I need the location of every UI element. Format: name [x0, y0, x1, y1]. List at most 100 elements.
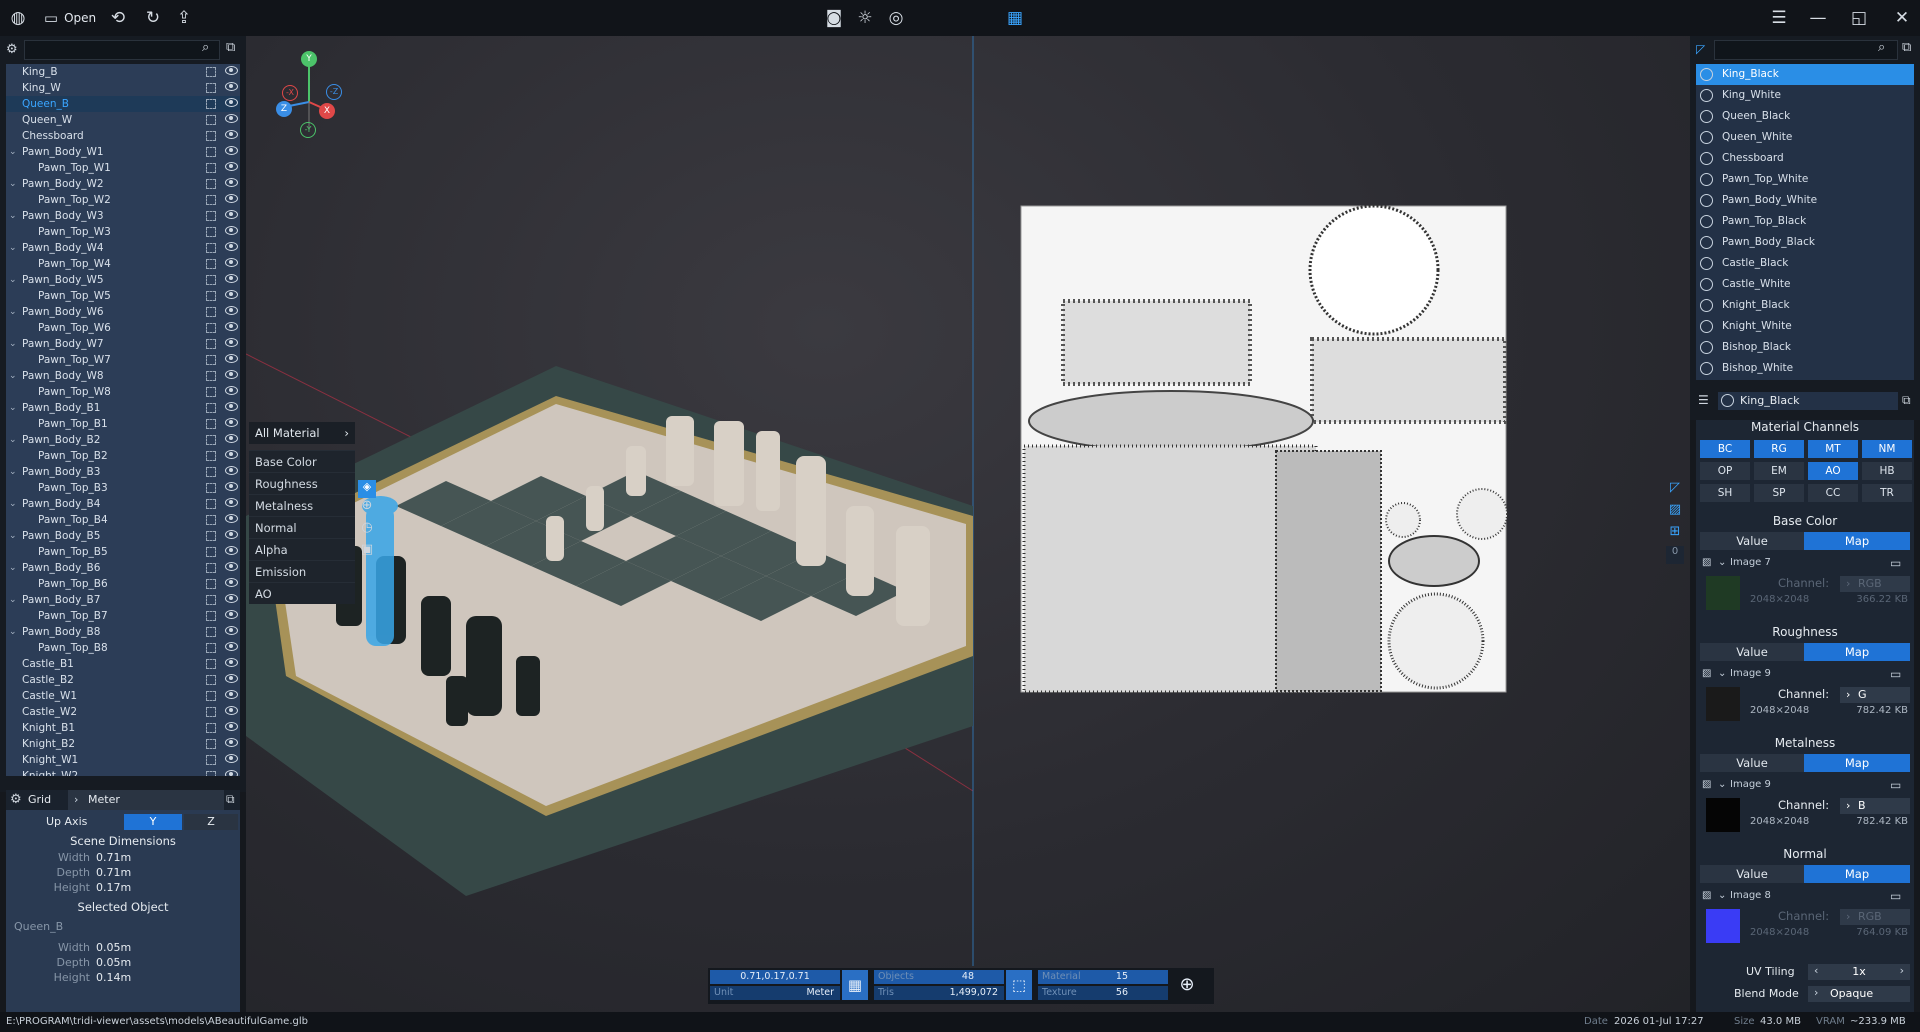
- material-list-item[interactable]: Queen_Black: [1696, 106, 1914, 127]
- visibility-eye-icon[interactable]: [225, 482, 238, 491]
- outliner-item[interactable]: Queen_B: [6, 96, 240, 112]
- material-view-option[interactable]: Base Color: [249, 450, 355, 472]
- popout-icon[interactable]: ⧉: [1902, 393, 1911, 408]
- select-mode-icon[interactable]: ⬚: [1006, 970, 1032, 1000]
- channel-toggle-em[interactable]: EM: [1754, 462, 1804, 480]
- bounding-box-icon[interactable]: [206, 675, 216, 685]
- visibility-eye-icon[interactable]: [225, 418, 238, 427]
- visibility-eye-icon[interactable]: [225, 722, 238, 731]
- outliner-item[interactable]: Pawn_Top_W4: [6, 256, 240, 272]
- panel-icon[interactable]: ▣: [358, 542, 376, 564]
- channel-toggle-mt[interactable]: MT: [1808, 440, 1858, 458]
- outliner-item[interactable]: Castle_B1: [6, 656, 240, 672]
- current-material-select[interactable]: King_Black: [1718, 392, 1898, 410]
- expand-chevron-icon[interactable]: ⌄: [9, 592, 17, 608]
- bounding-box-icon[interactable]: [206, 451, 216, 461]
- outliner-item[interactable]: Queen_W: [6, 112, 240, 128]
- material-list-item[interactable]: Bishop_Black: [1696, 337, 1914, 358]
- aperture-icon[interactable]: ◎: [884, 6, 908, 30]
- material-list-item[interactable]: Castle_White: [1696, 274, 1914, 295]
- axis-neg-y-handle[interactable]: -Y: [300, 122, 316, 138]
- minimize-icon[interactable]: —: [1806, 6, 1830, 30]
- material-view-option[interactable]: Normal: [249, 516, 355, 538]
- material-list-item[interactable]: Pawn_Body_Black: [1696, 232, 1914, 253]
- outliner-search-input[interactable]: [24, 40, 220, 60]
- outliner-item[interactable]: ⌄ Pawn_Body_W2: [6, 176, 240, 192]
- bounding-box-icon[interactable]: [206, 307, 216, 317]
- folder-icon[interactable]: ▭: [1890, 776, 1901, 794]
- map-tab[interactable]: Map: [1804, 865, 1910, 883]
- channel-toggle-hb[interactable]: HB: [1862, 462, 1912, 480]
- layout-icon[interactable]: ▦: [1003, 6, 1027, 30]
- value-tab[interactable]: Value: [1700, 643, 1804, 661]
- bounding-box-icon[interactable]: [206, 627, 216, 637]
- visibility-eye-icon[interactable]: [225, 610, 238, 619]
- channel-select[interactable]: › RGB: [1840, 909, 1910, 925]
- channel-toggle-bc[interactable]: BC: [1700, 440, 1750, 458]
- axis-neg-x-handle[interactable]: -X: [282, 85, 298, 101]
- visibility-eye-icon[interactable]: [225, 546, 238, 555]
- visibility-eye-icon[interactable]: [225, 626, 238, 635]
- visibility-eye-icon[interactable]: [225, 562, 238, 571]
- 3d-viewport[interactable]: Y -Y X -X Z -Z ◈ ⊕ ◷ ▣ ◸ ▨ ⊞ 0: [246, 36, 1690, 1012]
- axis-z-handle[interactable]: Z: [276, 101, 292, 117]
- chevron-down-icon[interactable]: ⌄: [1718, 554, 1726, 572]
- visibility-eye-icon[interactable]: [225, 274, 238, 283]
- outliner-item[interactable]: Pawn_Top_B4: [6, 512, 240, 528]
- material-view-option[interactable]: Emission: [249, 560, 355, 582]
- folder-icon[interactable]: ▭: [1890, 554, 1901, 572]
- bounding-box-icon[interactable]: [206, 435, 216, 445]
- outliner-item[interactable]: ⌄ Pawn_Body_B8: [6, 624, 240, 640]
- bounding-box-icon[interactable]: [206, 195, 216, 205]
- expand-chevron-icon[interactable]: ⌄: [9, 208, 17, 224]
- outliner-item[interactable]: ⌄ Pawn_Body_W7: [6, 336, 240, 352]
- reload-icon[interactable]: ↻: [141, 6, 165, 30]
- visibility-eye-icon[interactable]: [225, 354, 238, 363]
- bounding-box-icon[interactable]: [206, 243, 216, 253]
- visibility-eye-icon[interactable]: [225, 66, 238, 75]
- bounding-box-icon[interactable]: [206, 387, 216, 397]
- channel-toggle-tr[interactable]: TR: [1862, 484, 1912, 502]
- outliner-item[interactable]: Pawn_Top_B1: [6, 416, 240, 432]
- outliner-item[interactable]: Pawn_Top_B2: [6, 448, 240, 464]
- outliner-item[interactable]: ⌄ Pawn_Body_W8: [6, 368, 240, 384]
- up-axis-y-button[interactable]: Y: [124, 814, 182, 830]
- visibility-eye-icon[interactable]: [225, 210, 238, 219]
- all-material-dropdown[interactable]: All Material ›: [249, 422, 355, 444]
- bounding-box-icon[interactable]: [206, 595, 216, 605]
- visibility-eye-icon[interactable]: [225, 130, 238, 139]
- material-list-item[interactable]: Pawn_Body_White: [1696, 190, 1914, 211]
- outliner-item[interactable]: Pawn_Top_W1: [6, 160, 240, 176]
- outliner-item[interactable]: ⌄ Pawn_Body_B1: [6, 400, 240, 416]
- bounding-box-icon[interactable]: [206, 563, 216, 573]
- value-tab[interactable]: Value: [1700, 865, 1804, 883]
- expand-chevron-icon[interactable]: ⌄: [9, 144, 17, 160]
- bounding-box-icon[interactable]: [206, 579, 216, 589]
- expand-chevron-icon[interactable]: ⌄: [9, 272, 17, 288]
- outliner-item[interactable]: Pawn_Top_B8: [6, 640, 240, 656]
- outliner-item[interactable]: ⌄ Pawn_Body_W4: [6, 240, 240, 256]
- texture-image-name[interactable]: Image 9: [1730, 665, 1771, 683]
- outliner-item[interactable]: Pawn_Top_W8: [6, 384, 240, 400]
- outliner-item[interactable]: Pawn_Top_B5: [6, 544, 240, 560]
- material-list-item[interactable]: King_Black: [1696, 64, 1914, 85]
- texture-image-name[interactable]: Image 7: [1730, 554, 1771, 572]
- texture-image-name[interactable]: Image 8: [1730, 887, 1771, 905]
- popout-icon[interactable]: ⧉: [1902, 40, 1911, 55]
- maximize-icon[interactable]: ◱: [1847, 6, 1871, 30]
- material-view-option[interactable]: AO: [249, 582, 355, 604]
- globe-icon[interactable]: ⊕: [358, 498, 376, 520]
- grid-gear-icon[interactable]: ⚙: [10, 792, 22, 807]
- material-list-item[interactable]: Pawn_Top_Black: [1696, 211, 1914, 232]
- folder-icon[interactable]: ▭: [1890, 665, 1901, 683]
- bounding-box-icon[interactable]: [206, 659, 216, 669]
- settings-sliders-icon[interactable]: ☰: [1767, 6, 1791, 30]
- lighting-icon[interactable]: ☼: [853, 6, 877, 30]
- expand-chevron-icon[interactable]: ⌄: [9, 560, 17, 576]
- bounding-box-icon[interactable]: [206, 291, 216, 301]
- visibility-eye-icon[interactable]: [225, 98, 238, 107]
- menu-icon[interactable]: ☰: [1698, 393, 1709, 407]
- outliner-item[interactable]: Knight_W2: [6, 768, 240, 776]
- outliner-item[interactable]: Pawn_Top_B6: [6, 576, 240, 592]
- material-list-item[interactable]: Bishop_White: [1696, 358, 1914, 379]
